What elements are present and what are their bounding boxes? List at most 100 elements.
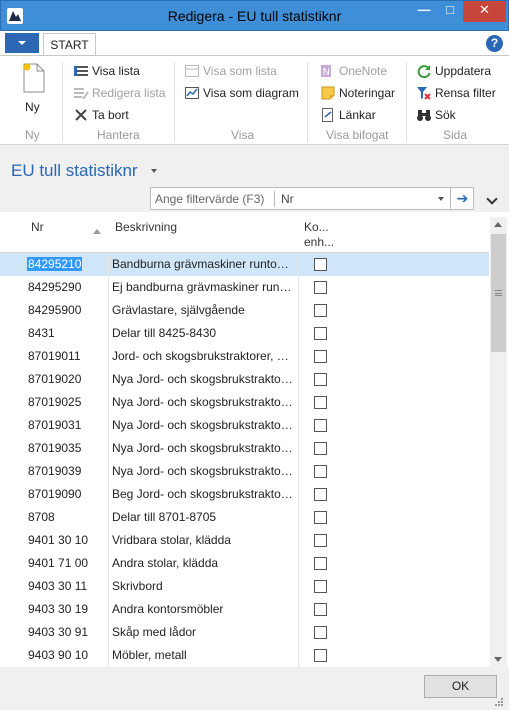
table-row[interactable]: 87019031 Nya Jord- och skogsbrukstraktore… (0, 414, 489, 437)
cell-nr[interactable]: 87019011 (28, 349, 81, 363)
row-checkbox[interactable] (314, 304, 327, 317)
cell-nr[interactable]: 87019090 (28, 487, 81, 501)
table-row[interactable]: 87019011 Jord- och skogsbrukstraktorer, e… (0, 345, 489, 368)
cell-nr[interactable]: 87019039 (28, 464, 81, 478)
cell-nr[interactable]: 9403 30 19 (28, 602, 88, 616)
arrow-right-icon[interactable]: ➔ (450, 188, 474, 209)
vertical-scrollbar[interactable] (490, 217, 507, 667)
cell-nr[interactable]: 8708 (28, 510, 55, 524)
help-icon[interactable]: ? (486, 35, 503, 52)
table-row[interactable]: 87019025 Nya Jord- och skogsbrukstraktore… (0, 391, 489, 414)
cell-nr[interactable]: 87019020 (28, 372, 81, 386)
cell-description[interactable]: Andra stolar, klädda (112, 556, 294, 570)
filter-input[interactable]: Ange filtervärde (F3) (155, 192, 264, 206)
cell-nr[interactable]: 87019035 (28, 441, 81, 455)
chevron-down-icon[interactable] (438, 197, 444, 201)
row-checkbox[interactable] (314, 419, 327, 432)
view-list-button[interactable]: Visa lista (73, 62, 140, 80)
search-button[interactable]: Sök (416, 106, 456, 124)
column-header-checkbox[interactable]: Ko... enh... (304, 220, 334, 250)
cell-description[interactable]: Vridbara stolar, klädda (112, 533, 294, 547)
row-checkbox[interactable] (314, 465, 327, 478)
maximize-button[interactable]: □ (437, 1, 463, 22)
scroll-thumb[interactable] (491, 234, 506, 352)
cell-description[interactable]: Nya Jord- och skogsbrukstraktorer (112, 418, 294, 432)
cell-nr[interactable]: 9401 30 10 (28, 533, 88, 547)
ok-button[interactable]: OK (424, 675, 497, 698)
cell-nr[interactable]: 87019031 (28, 418, 81, 432)
notes-button[interactable]: Noteringar (320, 84, 395, 102)
table-row[interactable]: 87019039 Nya Jord- och skogsbrukstraktore… (0, 460, 489, 483)
table-row[interactable]: 87019020 Nya Jord- och skogsbrukstraktore… (0, 368, 489, 391)
row-checkbox[interactable] (314, 580, 327, 593)
table-row[interactable]: 84295210 Bandburna grävmaskiner runtomsvä… (0, 253, 489, 276)
links-button[interactable]: Länkar (320, 106, 376, 124)
table-row[interactable]: 9403 90 10 Möbler, metall (0, 644, 489, 667)
table-row[interactable]: 84295900 Grävlastare, självgående (0, 299, 489, 322)
show-as-list-button[interactable]: Visa som lista (184, 62, 277, 80)
cell-description[interactable]: Nya Jord- och skogsbrukstraktorer (112, 395, 294, 409)
row-checkbox[interactable] (314, 603, 327, 616)
cell-description[interactable]: Nya Jord- och skogsbrukstraktorer (112, 372, 294, 386)
row-checkbox[interactable] (314, 350, 327, 363)
cell-nr[interactable]: 9403 90 10 (28, 648, 88, 662)
table-row[interactable]: 8708 Delar till 8701-8705 (0, 506, 489, 529)
chevron-down-icon[interactable] (151, 169, 157, 173)
cell-description[interactable]: Beg Jord- och skogsbrukstraktorer (112, 487, 294, 501)
column-header-description[interactable]: Beskrivning (115, 220, 177, 234)
new-button[interactable]: Ny (16, 62, 52, 122)
page-title[interactable]: EU tull statistiknr (11, 161, 138, 181)
row-checkbox[interactable] (314, 442, 327, 455)
row-checkbox[interactable] (314, 626, 327, 639)
cell-description[interactable]: Delar till 8701-8705 (112, 510, 294, 524)
cell-nr[interactable]: 9403 30 11 (28, 579, 87, 593)
close-button[interactable]: ✕ (463, 1, 506, 22)
cell-nr[interactable]: 9401 71 00 (28, 556, 88, 570)
row-checkbox[interactable] (314, 488, 327, 501)
table-row[interactable]: 87019090 Beg Jord- och skogsbrukstraktore… (0, 483, 489, 506)
cell-description[interactable]: Möbler, metall (112, 648, 294, 662)
table-row[interactable]: 9401 30 10 Vridbara stolar, klädda (0, 529, 489, 552)
clear-filter-button[interactable]: Rensa filter (416, 84, 496, 102)
minimize-button[interactable]: — (411, 1, 437, 22)
cell-description[interactable]: Nya Jord- och skogsbrukstraktorer (112, 441, 294, 455)
table-row[interactable]: 9401 71 00 Andra stolar, klädda (0, 552, 489, 575)
cell-description[interactable]: Bandburna grävmaskiner runtomsvängbara (112, 257, 294, 271)
table-row[interactable]: 8431 Delar till 8425-8430 (0, 322, 489, 345)
row-checkbox[interactable] (314, 534, 327, 547)
row-checkbox[interactable] (314, 258, 327, 271)
show-as-chart-button[interactable]: Visa som diagram (184, 84, 299, 102)
resize-grip-icon[interactable] (494, 697, 504, 707)
table-row[interactable]: 9403 30 19 Andra kontorsmöbler (0, 598, 489, 621)
cell-description[interactable]: Ej bandburna grävmaskiner runtomsvängbar… (112, 280, 294, 294)
scroll-up-icon[interactable] (494, 222, 502, 227)
cell-nr[interactable]: 9403 30 91 (28, 625, 88, 639)
column-header-nr[interactable]: Nr (31, 220, 44, 234)
table-row[interactable]: 9403 30 91 Skåp med lådor (0, 621, 489, 644)
row-checkbox[interactable] (314, 281, 327, 294)
onenote-button[interactable]: N OneNote (320, 62, 387, 80)
cell-nr[interactable]: 8431 (28, 326, 55, 340)
table-row[interactable]: 87019035 Nya Jord- och skogsbrukstraktore… (0, 437, 489, 460)
cell-description[interactable]: Nya Jord- och skogsbrukstraktorer (112, 464, 294, 478)
row-checkbox[interactable] (314, 557, 327, 570)
cell-description[interactable]: Jord- och skogsbrukstraktorer, ej bandtr… (112, 349, 294, 363)
table-row[interactable]: 9403 30 11 Skrivbord (0, 575, 489, 598)
cell-nr[interactable]: 87019025 (28, 395, 81, 409)
row-checkbox[interactable] (314, 373, 327, 386)
app-menu-button[interactable] (5, 33, 39, 53)
edit-list-button[interactable]: Redigera lista (73, 84, 165, 102)
cell-description[interactable]: Skrivbord (112, 579, 294, 593)
tab-start[interactable]: START (43, 33, 96, 56)
cell-nr[interactable]: 84295900 (28, 303, 81, 317)
row-checkbox[interactable] (314, 396, 327, 409)
collapse-icon[interactable] (486, 193, 498, 205)
row-checkbox[interactable] (314, 327, 327, 340)
cell-nr[interactable]: 84295290 (28, 280, 81, 294)
cell-nr[interactable]: 84295210 (27, 257, 83, 271)
cell-description[interactable]: Delar till 8425-8430 (112, 326, 294, 340)
delete-button[interactable]: Ta bort (73, 106, 129, 124)
filter-field-select[interactable]: Nr (281, 192, 294, 206)
row-checkbox[interactable] (314, 649, 327, 662)
cell-description[interactable]: Skåp med lådor (112, 625, 294, 639)
